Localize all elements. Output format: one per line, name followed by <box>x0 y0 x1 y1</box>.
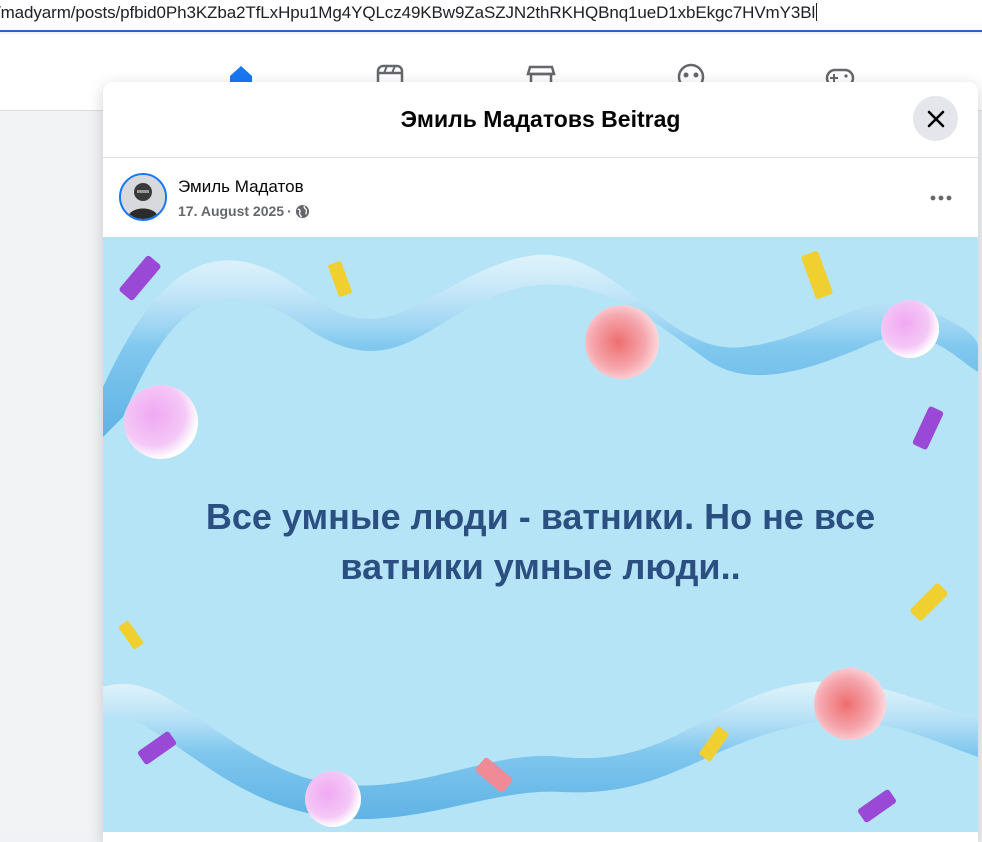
address-bar[interactable]: /madyarm/posts/pfbid0Ph3KZba2TfLxHpu1Mg4… <box>0 0 982 32</box>
avatar[interactable] <box>119 173 167 221</box>
dialog-header: Эмиль Мадатовs Beitrag <box>103 82 978 158</box>
text-caret <box>816 3 818 21</box>
meta-separator: · <box>287 203 292 219</box>
post-meta: 17. August 2025 · <box>178 203 310 219</box>
close-button[interactable] <box>913 96 958 141</box>
post-author[interactable]: Эмиль Мадатов <box>178 177 304 197</box>
address-bar-url: /madyarm/posts/pfbid0Ph3KZba2TfLxHpu1Mg4… <box>0 3 816 22</box>
post-background-card[interactable]: Все умные люди - ватники. Но не все ватн… <box>103 237 978 832</box>
post-dialog: Эмиль Мадатовs Beitrag Эмиль Мадатов 17.… <box>103 82 978 842</box>
more-icon <box>930 195 952 201</box>
post-date[interactable]: 17. August 2025 <box>178 203 284 219</box>
left-sidebar-background <box>0 111 103 833</box>
dialog-title: Эмиль Мадатовs Beitrag <box>400 106 681 132</box>
more-options-button[interactable] <box>926 186 956 210</box>
close-icon <box>927 110 944 127</box>
post-header: Эмиль Мадатов 17. August 2025 · <box>103 158 978 238</box>
post-text: Все умные люди - ватники. Но не все ватн… <box>205 496 876 587</box>
globe-icon[interactable] <box>295 204 310 219</box>
